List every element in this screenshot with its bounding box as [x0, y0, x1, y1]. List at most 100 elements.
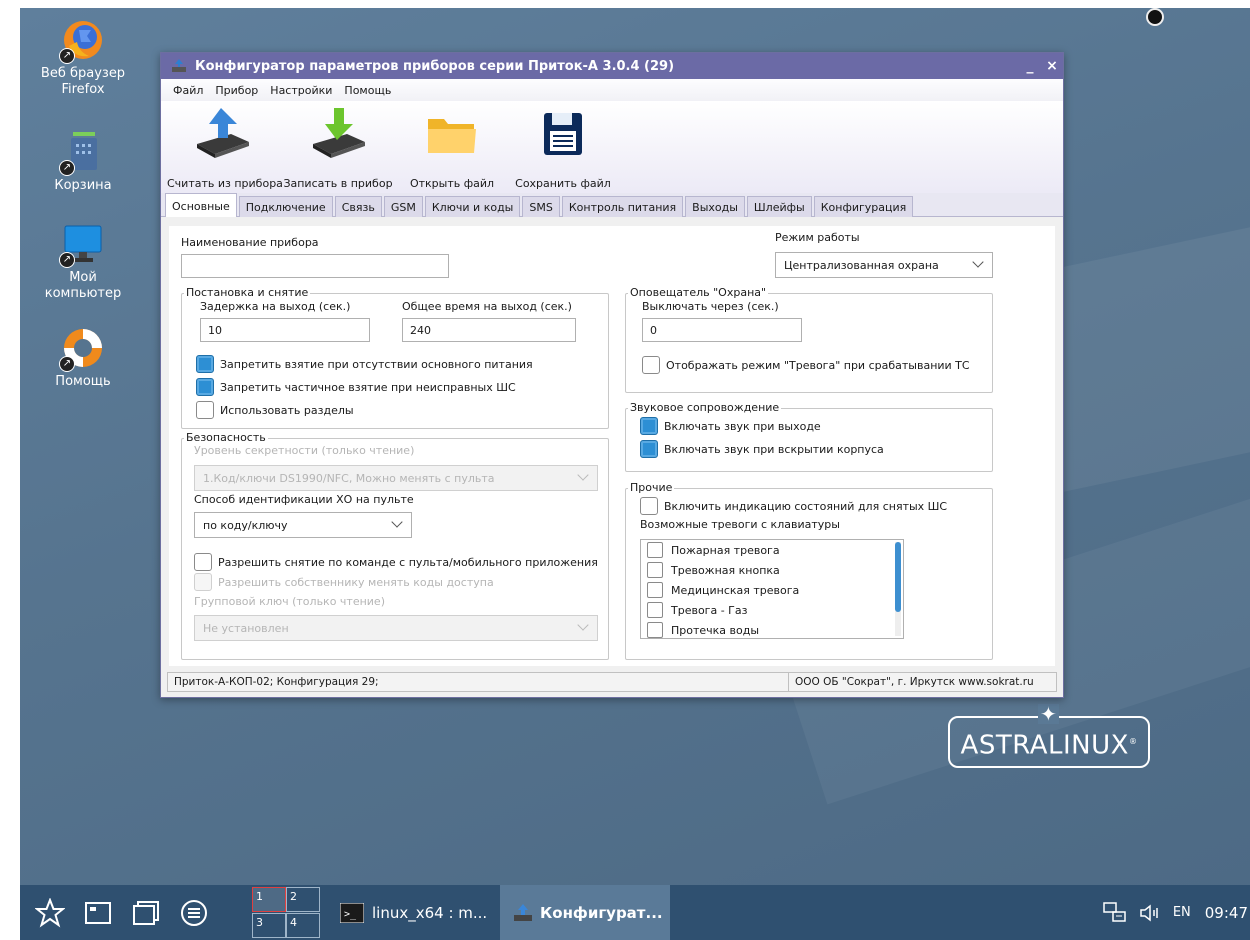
workspace-2[interactable]: 2: [286, 887, 320, 912]
scrollbar[interactable]: [895, 542, 901, 636]
workspace-1[interactable]: 1: [252, 887, 286, 912]
taskbar-item-label: linux_x64 : m...: [372, 903, 488, 922]
desktop-icon-help[interactable]: ↗ Помощь: [28, 326, 138, 390]
tab-connection[interactable]: Подключение: [238, 196, 333, 217]
network-icon[interactable]: [1103, 901, 1127, 924]
menu-help[interactable]: Помощь: [344, 84, 391, 97]
notifier-group: Оповещатель "Охрана" Выключать через (се…: [625, 286, 993, 393]
mode-select-value: Централизованная охрана: [784, 259, 939, 272]
sound-on-exit-checkbox[interactable]: Включать звук при выходе: [640, 417, 821, 435]
use-partitions-checkbox[interactable]: Использовать разделы: [196, 401, 354, 419]
keyboard-layout-indicator[interactable]: EN: [1173, 905, 1191, 920]
tab-content-main: Наименование прибора Режим работы Центра…: [169, 226, 1055, 666]
checkbox-unchecked: [647, 602, 663, 618]
tab-keys-codes[interactable]: Ключи и коды: [424, 196, 521, 217]
read-from-device-button[interactable]: Считать из прибора: [167, 101, 283, 190]
checkbox-unchecked: [647, 622, 663, 638]
tab-power-control[interactable]: Контроль питания: [561, 196, 684, 217]
clock[interactable]: 09:47: [1205, 904, 1248, 922]
off-after-field[interactable]: 0: [642, 318, 802, 342]
tab-communication[interactable]: Связь: [334, 196, 382, 217]
menu-file[interactable]: Файл: [173, 84, 203, 97]
list-item-label: Медицинская тревога: [671, 583, 800, 597]
statusbar: Приток-А-КОП-02; Конфигурация 29; ООО ОБ…: [167, 672, 1057, 692]
desktop-icon-trash[interactable]: ↗ Корзина: [28, 130, 138, 194]
checkbox-label: Отображать режим "Тревога" при срабатыва…: [666, 358, 970, 372]
start-menu-star-icon[interactable]: [32, 895, 68, 931]
desktop-icon-label: Мой: [69, 270, 97, 285]
show-alarm-mode-checkbox[interactable]: Отображать режим "Тревога" при срабатыва…: [642, 356, 970, 374]
desktop-icon-my-computer[interactable]: ↗ Мой компьютер: [28, 222, 138, 302]
astralinux-logo: ✦ ASTRALINUX®: [948, 704, 1150, 768]
menu-settings[interactable]: Настройки: [270, 84, 332, 97]
workspace-4[interactable]: 4: [286, 913, 320, 938]
security-group: Безопасность Уровень секретности (только…: [181, 431, 609, 660]
save-file-button[interactable]: Сохранить файл: [513, 101, 613, 190]
taskbar-item-terminal[interactable]: >_ linux_x64 : m...: [330, 885, 494, 940]
tab-loops[interactable]: Шлейфы: [746, 196, 812, 217]
forbid-partial-arming-checkbox[interactable]: Запретить частичное взятие при неисправн…: [196, 378, 516, 396]
list-item[interactable]: Пожарная тревога: [641, 540, 903, 560]
volume-icon[interactable]: [1139, 903, 1161, 923]
file-manager-icon[interactable]: [176, 895, 212, 931]
chevron-down-icon: [577, 469, 589, 481]
app-window: Конфигуратор параметров приборов серии П…: [160, 52, 1064, 698]
trash-icon: ↗: [59, 130, 105, 176]
open-file-button[interactable]: Открыть файл: [407, 101, 497, 190]
list-item[interactable]: Медицинская тревога: [641, 580, 903, 600]
total-exit-field[interactable]: 240: [402, 318, 576, 342]
tab-gsm[interactable]: GSM: [383, 196, 423, 217]
terminal-icon: >_: [340, 902, 364, 923]
allow-remote-disarm-checkbox[interactable]: Разрешить снятие по команде с пульта/моб…: [194, 553, 598, 571]
menu-device[interactable]: Прибор: [215, 84, 258, 97]
group-key-value: Не установлен: [203, 622, 289, 635]
window-title: Конфигуратор параметров приборов серии П…: [195, 58, 675, 74]
show-desktop-icon[interactable]: [80, 895, 116, 931]
workspace-3[interactable]: 3: [252, 913, 286, 938]
shortcut-arrow-icon: ↗: [59, 356, 75, 372]
list-item[interactable]: Тревога - Газ: [641, 600, 903, 620]
tab-outputs[interactable]: Выходы: [685, 196, 745, 217]
ident-method-label: Способ идентификации ХО на пульте: [194, 493, 414, 506]
menubar: Файл Прибор Настройки Помощь: [161, 79, 1063, 101]
desktop-icon-firefox[interactable]: ↗ Веб браузер Firefox: [28, 18, 138, 98]
window-titlebar[interactable]: Конфигуратор параметров приборов серии П…: [161, 53, 1063, 79]
write-to-device-button[interactable]: Записать в прибор: [283, 101, 393, 190]
scrollbar-thumb[interactable]: [895, 542, 901, 612]
desktop-icon-label: компьютер: [44, 286, 122, 301]
checkbox-unchecked: [196, 401, 214, 419]
windows-overview-icon[interactable]: [128, 895, 164, 931]
checkbox-checked: [196, 378, 214, 396]
chevron-down-icon: [577, 619, 589, 631]
forbid-arming-no-power-checkbox[interactable]: Запретить взятие при отсутствии основног…: [196, 355, 533, 373]
enable-disarmed-indication-checkbox[interactable]: Включить индикацию состояний для снятых …: [640, 497, 947, 515]
desktop-icon-label: Корзина: [54, 178, 112, 193]
checkbox-unchecked: [642, 356, 660, 374]
tab-sms[interactable]: SMS: [522, 196, 560, 217]
close-button[interactable]: ×: [1041, 58, 1063, 74]
ident-method-select[interactable]: по коду/ключу: [194, 512, 412, 538]
taskbar-item-label: Конфигурат...: [540, 903, 663, 922]
tab-configuration[interactable]: Конфигурация: [813, 196, 914, 217]
checkbox-unchecked: [647, 562, 663, 578]
checkbox-label: Разрешить собственнику менять коды досту…: [218, 575, 494, 589]
workspace-pager[interactable]: 1 2 3 4: [252, 887, 322, 939]
tab-bar: Основные Подключение Связь GSM Ключи и к…: [161, 193, 1063, 217]
mode-select[interactable]: Централизованная охрана: [775, 252, 993, 278]
list-item[interactable]: Тревожная кнопка: [641, 560, 903, 580]
secrecy-level-label: Уровень секретности (только чтение): [194, 444, 415, 457]
computer-icon: ↗: [59, 222, 105, 268]
sound-on-tamper-checkbox[interactable]: Включать звук при вскрытии корпуса: [640, 440, 884, 458]
device-name-field[interactable]: [181, 254, 449, 278]
exit-delay-label: Задержка на выход (сек.): [200, 300, 351, 313]
shortcut-arrow-icon: ↗: [59, 160, 75, 176]
exit-delay-field[interactable]: 10: [200, 318, 370, 342]
checkbox-label: Разрешить снятие по команде с пульта/моб…: [218, 555, 598, 569]
checkbox-label: Использовать разделы: [220, 403, 354, 417]
keyboard-alarms-list[interactable]: Пожарная тревога Тревожная кнопка Медици…: [640, 539, 904, 639]
minimize-button[interactable]: _: [1019, 58, 1041, 74]
tab-main[interactable]: Основные: [165, 193, 237, 217]
taskbar-item-configurator[interactable]: Конфигурат...: [500, 885, 670, 940]
list-item[interactable]: Протечка воды: [641, 620, 903, 638]
power-icon[interactable]: [1146, 8, 1164, 26]
